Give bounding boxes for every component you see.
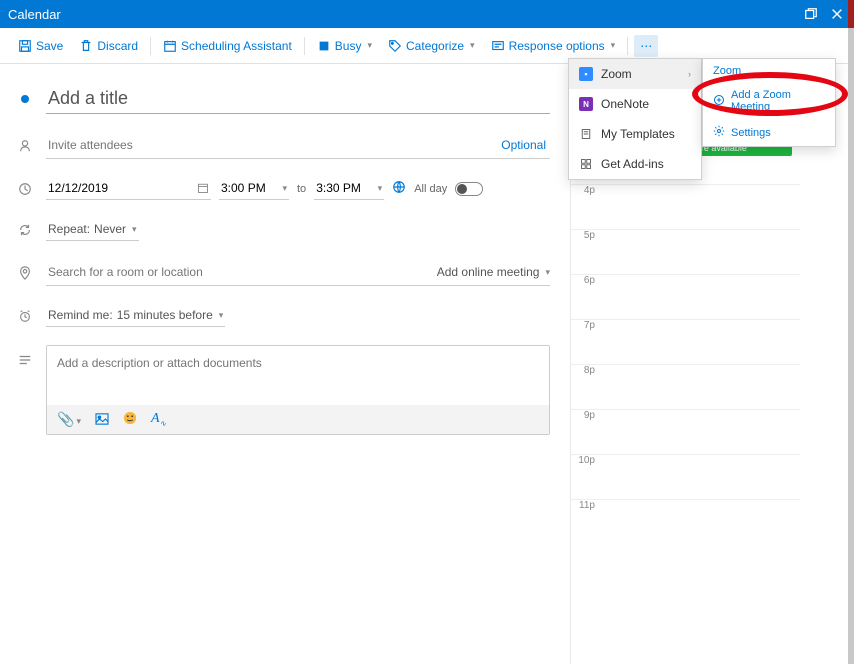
- onenote-icon: N: [579, 97, 593, 111]
- time-label: 6p: [571, 275, 601, 319]
- time-slot[interactable]: 5p: [571, 229, 800, 274]
- titlebar: Calendar: [0, 0, 854, 28]
- ellipsis-icon: ⋯: [640, 39, 652, 53]
- title-input[interactable]: [46, 84, 550, 114]
- addins-icon: [579, 157, 593, 171]
- plus-circle-icon: [713, 94, 725, 109]
- status-dot: [21, 95, 29, 103]
- chevron-down-icon: ▾: [219, 310, 224, 321]
- submenu-header: Zoom: [703, 59, 835, 83]
- tag-icon: [388, 39, 402, 53]
- categorize-dropdown[interactable]: Categorize ▾: [382, 35, 481, 57]
- time-label: 8p: [571, 365, 601, 409]
- time-slot[interactable]: 7p: [571, 319, 800, 364]
- chevron-down-icon: ▾: [611, 40, 616, 51]
- time-slot[interactable]: 4p: [571, 184, 800, 229]
- location-icon: [16, 266, 34, 280]
- menu-item-templates[interactable]: My Templates: [569, 119, 701, 149]
- time-label: 11p: [571, 500, 601, 544]
- time-slot[interactable]: 6p: [571, 274, 800, 319]
- templates-icon: [579, 127, 593, 141]
- chevron-down-icon: ▾: [367, 40, 372, 51]
- time-label: 7p: [571, 320, 601, 364]
- event-form: Optional 12/12/2019 3:00 PM ▾ to 3:30 PM: [0, 64, 570, 664]
- chevron-down-icon: ▾: [545, 267, 550, 278]
- description-box: 📎▾ A∿: [46, 345, 550, 435]
- attendees-input[interactable]: [46, 132, 497, 158]
- emoji-button[interactable]: [123, 411, 137, 428]
- chevron-down-icon: ▾: [132, 224, 137, 235]
- menu-item-onenote[interactable]: N OneNote: [569, 89, 701, 119]
- description-input[interactable]: [47, 346, 549, 400]
- time-slot[interactable]: 9p: [571, 409, 800, 454]
- more-button[interactable]: ⋯: [634, 35, 658, 57]
- popout-button[interactable]: [802, 5, 820, 23]
- calendar-small-icon: [197, 182, 209, 194]
- close-button[interactable]: [828, 5, 846, 23]
- gear-icon: [713, 125, 725, 140]
- location-input[interactable]: [46, 259, 437, 285]
- busy-icon: [317, 39, 331, 53]
- time-label: 4p: [571, 185, 601, 229]
- discard-button[interactable]: Discard: [73, 35, 144, 57]
- response-options-dropdown[interactable]: Response options ▾: [485, 35, 622, 57]
- reminder-icon: [16, 309, 34, 323]
- end-time-field[interactable]: 3:30 PM ▾: [314, 177, 384, 200]
- zoom-icon: ▪: [579, 67, 593, 81]
- window-title: Calendar: [8, 7, 802, 22]
- chevron-right-icon: ›: [688, 69, 691, 79]
- format-button[interactable]: A∿: [151, 411, 166, 428]
- date-field[interactable]: 12/12/2019: [46, 177, 211, 200]
- scheduling-assistant-button[interactable]: Scheduling Assistant: [157, 35, 298, 57]
- start-time-field[interactable]: 3:00 PM ▾: [219, 177, 289, 200]
- busy-dropdown[interactable]: Busy ▾: [311, 35, 378, 57]
- chevron-down-icon: ▾: [378, 183, 383, 194]
- menu-item-zoom[interactable]: ▪ Zoom ›: [569, 59, 701, 89]
- save-button[interactable]: Save: [12, 35, 69, 57]
- zoom-settings-button[interactable]: Settings: [703, 119, 835, 146]
- response-icon: [491, 39, 505, 53]
- time-slot[interactable]: 10p: [571, 454, 800, 499]
- repeat-dropdown[interactable]: Repeat: Never ▾: [46, 218, 139, 241]
- description-icon: [16, 345, 34, 367]
- more-dropdown-menu: ▪ Zoom › N OneNote My Templates Get Add-…: [568, 58, 702, 180]
- time-slot[interactable]: 11p: [571, 499, 800, 544]
- add-zoom-meeting-button[interactable]: Add a Zoom Meeting: [703, 83, 835, 119]
- description-toolbar: 📎▾ A∿: [47, 405, 549, 434]
- time-slot[interactable]: 8p: [571, 364, 800, 409]
- save-icon: [18, 39, 32, 53]
- reminder-dropdown[interactable]: Remind me: 15 minutes before ▾: [46, 304, 225, 327]
- person-icon: [16, 139, 34, 153]
- edge-strip: [848, 0, 854, 28]
- time-label: 10p: [571, 455, 601, 499]
- scrollbar[interactable]: [848, 0, 854, 664]
- chevron-down-icon: ▾: [282, 183, 287, 194]
- time-label: 5p: [571, 230, 601, 274]
- add-online-meeting-dropdown[interactable]: Add online meeting ▾: [437, 265, 550, 279]
- optional-link[interactable]: Optional: [497, 134, 550, 156]
- timezone-icon[interactable]: [392, 180, 406, 197]
- clock-icon: [16, 182, 34, 196]
- attach-button[interactable]: 📎▾: [57, 411, 81, 428]
- allday-toggle[interactable]: [455, 182, 483, 196]
- menu-item-get-addins[interactable]: Get Add-ins: [569, 149, 701, 179]
- zoom-submenu: Zoom Add a Zoom Meeting Settings: [702, 58, 836, 147]
- chevron-down-icon: ▾: [470, 40, 475, 51]
- repeat-icon: [16, 223, 34, 237]
- time-label: 9p: [571, 410, 601, 454]
- calendar-icon: [163, 39, 177, 53]
- trash-icon: [79, 39, 93, 53]
- image-button[interactable]: [95, 412, 109, 428]
